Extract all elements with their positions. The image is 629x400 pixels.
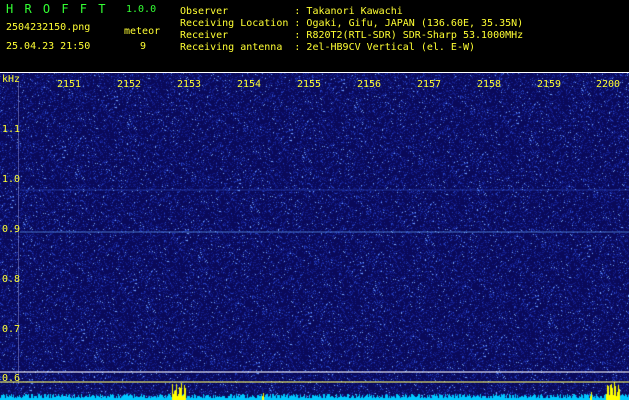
freq-tick: 0.6	[2, 373, 21, 384]
time-tick: 2152	[117, 79, 142, 90]
receiver-line: Receiver : R820T2(RTL-SDR) SDR-Sharp 53.…	[180, 30, 524, 41]
observer-line: Observer : Takanori Kawachi	[180, 6, 403, 17]
freq-tick: 0.8	[2, 274, 21, 285]
meteor-count: 9	[140, 41, 147, 52]
time-tick: 2157	[417, 79, 442, 90]
freq-tick: 1.1	[2, 124, 21, 135]
freq-tick: 0.7	[2, 324, 21, 335]
info-header: H R O F F T 1.0.0 2504232150.png 25.04.2…	[0, 0, 629, 72]
antenna-line: Receiving antenna : 2el-HB9CV Vertical (…	[180, 42, 476, 53]
time-tick: 2200	[596, 79, 621, 90]
time-tick: 2154	[237, 79, 262, 90]
time-tick: 2151	[57, 79, 82, 90]
location-line: Receiving Location : Ogaki, Gifu, JAPAN …	[180, 18, 524, 29]
spectrogram: 2151 2152 2153 2154 2155 2156 2157 2158 …	[0, 72, 629, 400]
app-title: H R O F F T	[6, 2, 108, 16]
freq-unit-label: kHz	[2, 74, 21, 85]
freq-tick: 0.9	[2, 224, 21, 235]
time-tick: 2156	[357, 79, 382, 90]
file-name: 2504232150.png	[6, 22, 91, 33]
time-tick: 2158	[477, 79, 502, 90]
time-tick: 2153	[177, 79, 202, 90]
time-tick: 2159	[537, 79, 562, 90]
spectrogram-overlay	[0, 72, 629, 384]
app-version: 1.0.0	[126, 4, 157, 15]
time-tick: 2155	[297, 79, 322, 90]
freq-tick: 1.0	[2, 174, 21, 185]
meteor-label: meteor	[124, 26, 161, 37]
date-time: 25.04.23 21:50	[6, 41, 91, 52]
